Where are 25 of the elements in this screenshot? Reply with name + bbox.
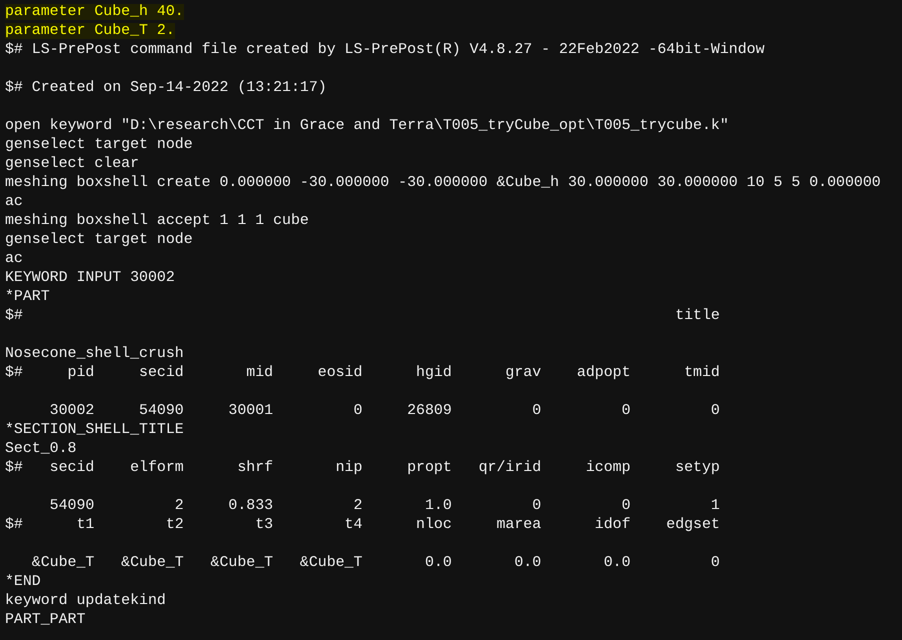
code-line: $# pid secid mid eosid hgid grav adpopt tmid (5, 365, 720, 381)
code-line: genselect clear (5, 156, 140, 172)
code-line: 54090 2 0.833 2 1.0 0 0 1 (48, 498, 720, 514)
code-line: 30002 54090 30001 0 26809 0 0 0 (48, 403, 720, 419)
code-line: ac (5, 194, 23, 210)
code-line: meshing boxshell create 0.000000 -30.000000 -30.000000 &Cube_h 30.000000 30.000000 10 5 5 0.000000 (5, 175, 881, 191)
code-line: meshing boxshell accept 1 1 1 cube (5, 213, 309, 229)
code-line: genselect target node (5, 137, 193, 153)
code-line: ac (5, 251, 23, 267)
code-line: $# LS-PrePost command file created by LS-PrePost(R) V4.8.27 - 22Feb2022 -64bit-Window (5, 42, 765, 58)
code-line: &Cube_T &Cube_T &Cube_T &Cube_T 0.0 0.0 0.0 0 (30, 555, 720, 571)
code-line: genselect target node (5, 232, 193, 248)
code-line: *END (5, 574, 41, 590)
code-line: PART_PART (5, 612, 86, 628)
code-line: $# t1 t2 t3 t4 nloc marea idof edgset (5, 517, 720, 533)
code-line: keyword updatekind (5, 593, 166, 609)
code-line: $# Created on Sep-14-2022 (13:21:17) (5, 80, 327, 96)
code-line: *PART (5, 289, 50, 305)
code-line: Nosecone_shell_crush (5, 346, 184, 362)
code-line: KEYWORD INPUT 30002 (5, 270, 175, 286)
code-line: open keyword "D:\research\CCT in Grace and Terra\T005_tryCube_opt\T005_trycube.k" (5, 118, 729, 134)
code-line: *SECTION_SHELL_TITLE (5, 422, 184, 438)
code-line: Sect_0.8 (5, 441, 76, 457)
code-line: $# secid elform shrf nip propt qr/irid icomp setyp (5, 460, 720, 476)
code-line: $# title (5, 308, 720, 324)
